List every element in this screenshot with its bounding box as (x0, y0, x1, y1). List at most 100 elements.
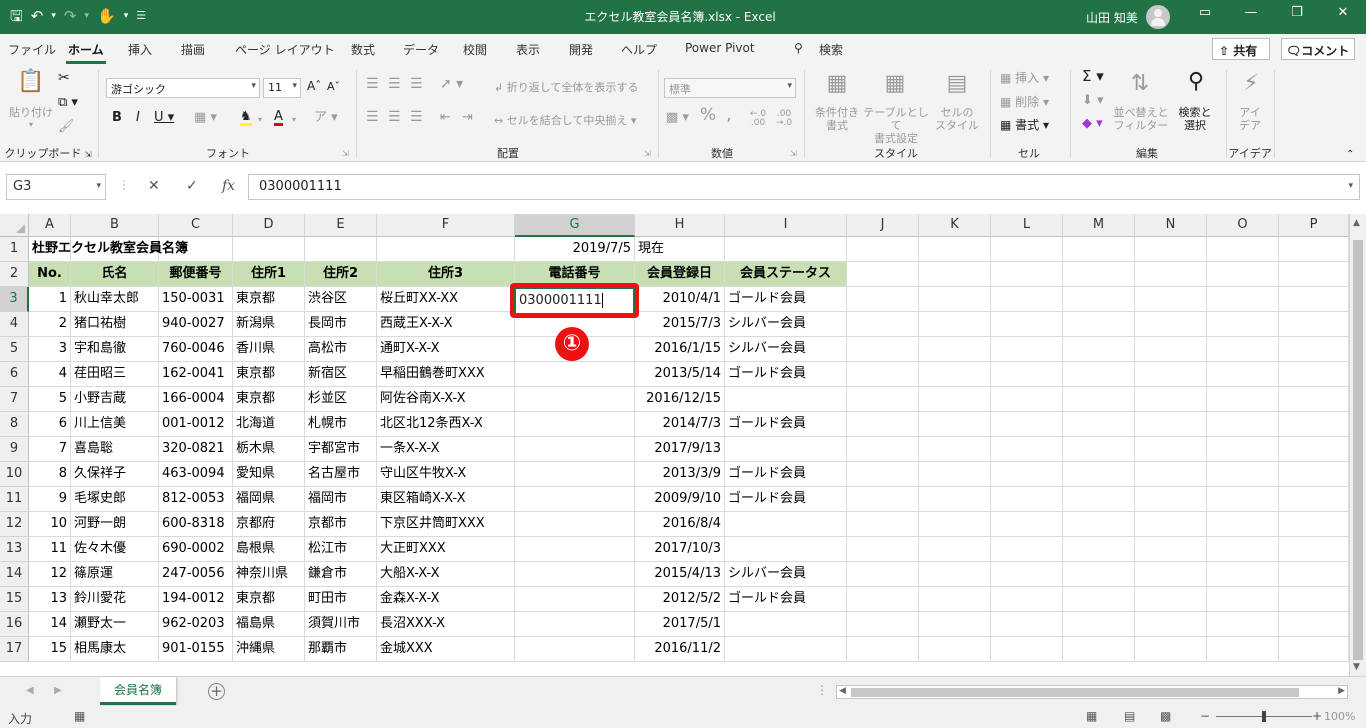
search-icon[interactable]: ⚲ (794, 41, 803, 55)
restore-icon[interactable]: ❐ (1282, 5, 1312, 20)
cell[interactable] (847, 287, 919, 312)
cell[interactable] (515, 562, 635, 587)
table-cell[interactable]: 2012/5/2 (635, 587, 725, 612)
touch-mode-icon[interactable]: ✋ (97, 6, 116, 26)
table-cell[interactable]: 15 (29, 637, 71, 662)
cell[interactable] (1063, 262, 1135, 287)
cell[interactable] (515, 462, 635, 487)
table-cell[interactable]: 150-0031 (159, 287, 233, 312)
cell[interactable] (1207, 637, 1279, 662)
table-cell[interactable]: 北区北12条西X-X (377, 412, 515, 437)
report-date-suffix[interactable]: 現在 (635, 237, 725, 262)
cell[interactable] (919, 287, 991, 312)
cell[interactable] (1063, 537, 1135, 562)
cell[interactable] (919, 312, 991, 337)
cell[interactable] (1135, 287, 1207, 312)
cell[interactable] (1279, 587, 1349, 612)
table-cell[interactable]: 小野吉蔵 (71, 387, 159, 412)
cell[interactable] (991, 437, 1063, 462)
cell[interactable] (1063, 237, 1135, 262)
cell[interactable] (1279, 362, 1349, 387)
row-header-6[interactable]: 6 (0, 362, 29, 387)
dialog-launcher-icon[interactable]: ⇲ (342, 147, 349, 160)
avatar[interactable] (1146, 5, 1170, 29)
zoom-out-icon[interactable]: − (1200, 709, 1210, 723)
autosum-icon[interactable]: Σ ▾ (1082, 69, 1104, 84)
table-cell[interactable]: 川上信美 (71, 412, 159, 437)
cell[interactable] (919, 462, 991, 487)
table-cell[interactable]: 2016/1/15 (635, 337, 725, 362)
cell[interactable] (1063, 287, 1135, 312)
cell[interactable] (991, 512, 1063, 537)
cell[interactable] (515, 587, 635, 612)
wrap-text-button[interactable]: ↲ 折り返して全体を表示する (494, 81, 638, 94)
table-cell[interactable]: ゴールド会員 (725, 462, 847, 487)
share-button[interactable]: ⇧ 共有 (1212, 38, 1270, 60)
table-cell[interactable]: 宇都宮市 (305, 437, 377, 462)
vertical-scrollbar[interactable]: ▲ ▼ (1349, 214, 1366, 676)
cell[interactable] (919, 487, 991, 512)
cell[interactable] (515, 512, 635, 537)
cell[interactable] (991, 387, 1063, 412)
sort-filter-button[interactable]: 並べ替えと フィルター (1112, 106, 1170, 132)
cell[interactable] (1063, 337, 1135, 362)
table-cell[interactable]: 2017/10/3 (635, 537, 725, 562)
table-cell[interactable]: 松江市 (305, 537, 377, 562)
table-cell[interactable]: 須賀川市 (305, 612, 377, 637)
table-cell[interactable]: 5 (29, 387, 71, 412)
table-cell[interactable]: 2 (29, 312, 71, 337)
table-cell[interactable]: 247-0056 (159, 562, 233, 587)
table-cell[interactable]: 東京都 (233, 287, 305, 312)
cell[interactable] (919, 637, 991, 662)
table-cell[interactable]: 鎌倉市 (305, 562, 377, 587)
cell[interactable] (1063, 462, 1135, 487)
clear-icon[interactable]: ◆ ▾ (1082, 117, 1103, 130)
horizontal-scrollbar[interactable]: ◀ ▶ (836, 685, 1348, 699)
cell[interactable] (725, 512, 847, 537)
table-cell[interactable]: 760-0046 (159, 337, 233, 362)
table-cell[interactable]: 京都府 (233, 512, 305, 537)
cell[interactable] (919, 337, 991, 362)
tab-split-handle-icon[interactable]: ⋮ (816, 683, 828, 697)
row-header-8[interactable]: 8 (0, 412, 29, 437)
cell[interactable] (1135, 637, 1207, 662)
sort-filter-icon[interactable]: ⇅ (1122, 72, 1158, 96)
table-cell[interactable]: ゴールド会員 (725, 362, 847, 387)
cell[interactable] (991, 312, 1063, 337)
table-cell[interactable]: 962-0203 (159, 612, 233, 637)
cell[interactable] (1279, 437, 1349, 462)
table-cell[interactable]: 栃木県 (233, 437, 305, 462)
table-cell[interactable]: シルバー会員 (725, 337, 847, 362)
table-cell[interactable]: 10 (29, 512, 71, 537)
page-break-view-icon[interactable]: ▩ (1160, 709, 1171, 723)
cell[interactable] (919, 412, 991, 437)
table-cell[interactable]: 2014/7/3 (635, 412, 725, 437)
table-cell[interactable]: 東京都 (233, 387, 305, 412)
orientation-icon[interactable]: ➚ ▾ (440, 77, 463, 91)
table-cell[interactable]: 猪口祐樹 (71, 312, 159, 337)
tab-power-pivot[interactable]: Power Pivot (685, 41, 755, 55)
worksheet-grid[interactable]: ABCDEFGHIJKLMNOP 1 2 3 4 5 6 7 8 9 10 11 12 13 14 15 16… (0, 214, 1366, 676)
table-cell[interactable]: 阿佐谷南X-X-X (377, 387, 515, 412)
column-header-i[interactable]: I (725, 214, 847, 237)
vertical-scroll-thumb[interactable] (1353, 240, 1363, 660)
cell[interactable] (305, 237, 377, 262)
table-cell[interactable]: 宇和島徹 (71, 337, 159, 362)
customize-qat-icon[interactable]: ☰ (136, 6, 146, 26)
cell[interactable] (515, 362, 635, 387)
cell[interactable] (1135, 562, 1207, 587)
cell[interactable] (1279, 262, 1349, 287)
fill-color-dropdown-icon[interactable]: ▾ (258, 113, 262, 126)
table-cell[interactable]: 東京都 (233, 587, 305, 612)
table-cell[interactable]: 下京区井筒町XXX (377, 512, 515, 537)
cell[interactable] (991, 412, 1063, 437)
cell[interactable] (919, 437, 991, 462)
cell[interactable] (991, 587, 1063, 612)
insert-cells-button[interactable]: ▦ 挿入 ▾ (1000, 72, 1049, 85)
tab-draw[interactable]: 描画 (181, 41, 205, 58)
cell[interactable] (991, 562, 1063, 587)
scroll-right-icon[interactable]: ▶ (1338, 686, 1345, 696)
column-header-j[interactable]: J (847, 214, 919, 237)
table-cell[interactable]: 札幌市 (305, 412, 377, 437)
table-cell[interactable]: 金森X-X-X (377, 587, 515, 612)
